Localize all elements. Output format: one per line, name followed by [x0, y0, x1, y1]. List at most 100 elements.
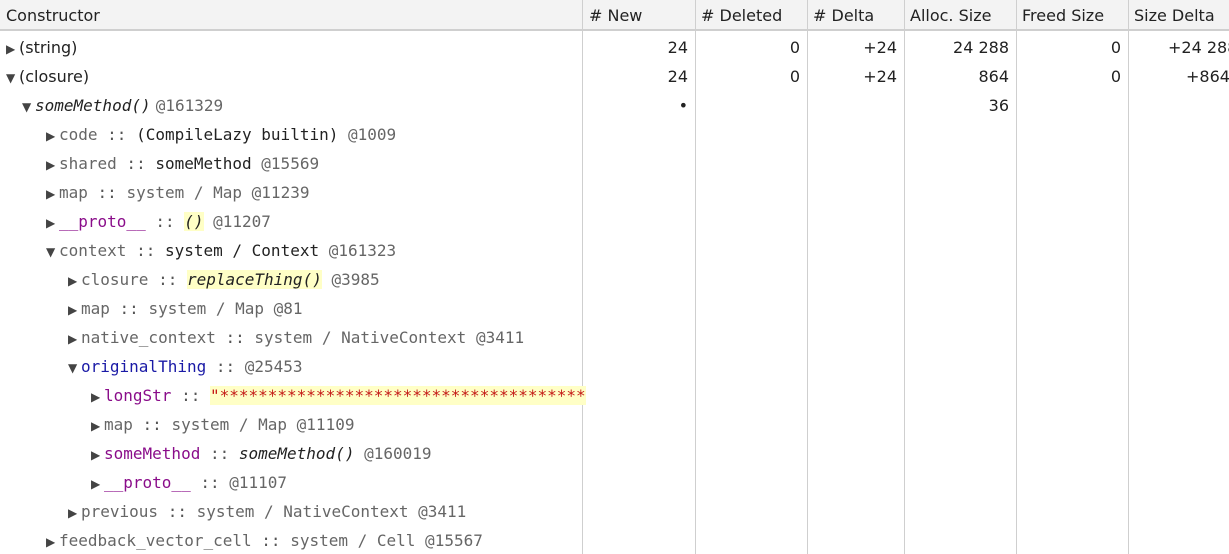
expand-triangle-icon[interactable]: ▶: [91, 441, 104, 468]
expand-triangle-icon[interactable]: ▶: [46, 528, 59, 554]
retainer-cell: ▼ context :: system / Context @161323: [0, 236, 628, 265]
retainer-cell: ▶ map :: system / Map @81: [0, 294, 650, 323]
property-name: longStr: [104, 386, 172, 405]
property-name: map: [59, 183, 88, 202]
object-id: @11109: [287, 415, 355, 434]
expand-triangle-icon[interactable]: ▶: [68, 267, 81, 294]
constructor-name: (string): [19, 38, 78, 57]
property-name: map: [81, 299, 110, 318]
retainer-cell: ▶ feedback_vector_cell :: system / Cell @…: [0, 526, 628, 554]
property-value: (CompileLazy builtin): [136, 125, 339, 144]
table-row[interactable]: ▶ previous :: system / NativeContext @341…: [0, 497, 1229, 526]
table-row[interactable]: ▼ someMethod() @161329 • 36: [0, 91, 1229, 120]
table-row[interactable]: ▶ code :: (CompileLazy builtin) @1009: [0, 120, 1229, 149]
property-value: system / NativeContext: [254, 328, 467, 347]
table-row[interactable]: ▼ context :: system / Context @161323: [0, 236, 1229, 265]
object-name: someMethod(): [35, 96, 151, 115]
retainer-cell: ▼ originalThing :: @25453: [0, 352, 650, 381]
expand-triangle-icon[interactable]: ▶: [6, 35, 19, 62]
object-id: @3411: [466, 328, 525, 347]
delta-count-cell: +24: [863, 67, 897, 86]
deleted-count-cell: 0: [789, 38, 800, 57]
alloc-size-cell: 24 288: [953, 38, 1009, 57]
object-id: @11207: [203, 212, 271, 231]
object-id: @3411: [408, 502, 467, 521]
expand-triangle-icon[interactable]: ▶: [46, 180, 59, 207]
constructor-name: (closure): [19, 67, 90, 86]
column-header-delta[interactable]: # Delta: [807, 0, 904, 31]
table-row[interactable]: ▶ longStr :: "***************************…: [0, 381, 1229, 410]
property-value: system / Context: [164, 241, 320, 260]
retainer-cell: ▶ native_context :: system / NativeContex…: [0, 323, 650, 352]
table-row[interactable]: ▶ shared :: someMethod @15569: [0, 149, 1229, 178]
property-value: system / Map: [148, 299, 265, 318]
object-id: @25453: [244, 357, 303, 376]
column-header-deleted[interactable]: # Deleted: [695, 0, 807, 31]
separator: ::: [126, 241, 165, 260]
table-row[interactable]: ▶ map :: system / Map @11109: [0, 410, 1229, 439]
table-row[interactable]: ▶(string) 24 0 +24 24 288 0 +24 288: [0, 33, 1229, 62]
new-count-cell: •: [678, 96, 688, 115]
retainer-cell: ▶ map :: system / Map @11239: [0, 178, 628, 207]
object-cell: ▼ someMethod() @161329: [0, 91, 604, 120]
expand-triangle-icon[interactable]: ▶: [68, 296, 81, 323]
table-row[interactable]: ▶ closure :: replaceThing() @3985: [0, 265, 1229, 294]
expand-triangle-icon[interactable]: ▶: [46, 122, 59, 149]
expand-triangle-icon[interactable]: ▶: [46, 209, 59, 236]
separator: ::: [97, 125, 137, 144]
table-row[interactable]: ▶ __proto__ :: () @11207: [0, 207, 1229, 236]
expand-triangle-icon[interactable]: ▶: [68, 325, 81, 352]
separator: ::: [132, 415, 172, 434]
property-value: (): [184, 212, 204, 231]
retainer-cell: ▶ someMethod :: someMethod() @160019: [0, 439, 673, 468]
expand-triangle-icon[interactable]: ▶: [46, 151, 59, 178]
property-name: closure: [81, 270, 149, 289]
retainer-cell: ▶ map :: system / Map @11109: [0, 410, 673, 439]
object-id: @1009: [338, 125, 397, 144]
collapse-triangle-icon[interactable]: ▼: [46, 238, 59, 265]
column-header-size-delta[interactable]: Size Delta: [1128, 0, 1229, 31]
table-row[interactable]: ▶ feedback_vector_cell :: system / Cell @…: [0, 526, 1229, 554]
object-id: @160019: [354, 444, 432, 463]
size-delta-cell: +24 288: [1168, 38, 1229, 57]
table-row[interactable]: ▼ originalThing :: @25453: [0, 352, 1229, 381]
collapse-triangle-icon[interactable]: ▼: [6, 64, 19, 91]
object-id: @81: [264, 299, 303, 318]
column-header-alloc-size[interactable]: Alloc. Size: [904, 0, 1016, 31]
property-value: system / Map: [126, 183, 243, 202]
object-id: @161323: [319, 241, 397, 260]
separator: ::: [145, 212, 185, 231]
object-id: @11239: [242, 183, 310, 202]
separator: ::: [87, 183, 127, 202]
object-id: @15567: [415, 531, 483, 550]
column-header-freed-size[interactable]: Freed Size: [1016, 0, 1128, 31]
table-row[interactable]: ▶ map :: system / Map @81: [0, 294, 1229, 323]
heap-snapshot-comparison-grid: Constructor # New # Deleted # Delta Allo…: [0, 0, 1229, 554]
expand-triangle-icon[interactable]: ▶: [91, 412, 104, 439]
retainer-cell: ▶ previous :: system / NativeContext @341…: [0, 497, 650, 526]
expand-triangle-icon[interactable]: ▶: [91, 383, 104, 410]
constructor-cell: ▶ (string): [0, 33, 588, 62]
retainer-cell: ▶ __proto__ :: () @11207: [0, 207, 628, 236]
expand-triangle-icon[interactable]: ▶: [91, 470, 104, 497]
collapse-triangle-icon[interactable]: ▼: [68, 354, 81, 381]
property-value: system / NativeContext: [196, 502, 409, 521]
table-row[interactable]: ▶ __proto__ :: @11107: [0, 468, 1229, 497]
table-row[interactable]: ▼ (closure) 24 0 +24 864 0 +864: [0, 62, 1229, 91]
object-id: @161329: [155, 96, 224, 115]
property-value: someMethod: [155, 154, 252, 173]
object-id: @15569: [251, 154, 320, 173]
property-name: shared: [59, 154, 117, 173]
separator: ::: [158, 502, 197, 521]
column-header-constructor[interactable]: Constructor: [0, 0, 583, 31]
property-name: originalThing: [81, 357, 207, 376]
table-row[interactable]: ▶ map :: system / Map @11239: [0, 178, 1229, 207]
new-count-cell: 24: [667, 67, 688, 86]
expand-triangle-icon[interactable]: ▶: [68, 499, 81, 526]
property-name: someMethod: [104, 444, 201, 463]
constructor-cell: ▼ (closure): [0, 62, 588, 91]
table-row[interactable]: ▶ native_context :: system / NativeContex…: [0, 323, 1229, 352]
column-header-new[interactable]: # New: [583, 0, 695, 31]
collapse-triangle-icon[interactable]: ▼: [22, 93, 35, 120]
table-row[interactable]: ▶ someMethod :: someMethod() @160019: [0, 439, 1229, 468]
